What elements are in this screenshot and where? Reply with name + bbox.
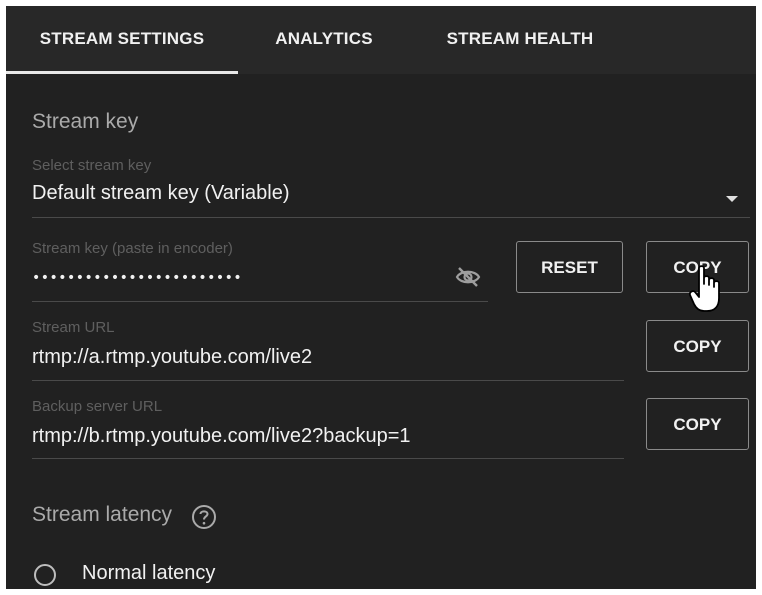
hand-pointer-icon xyxy=(688,264,725,316)
stream-key-field[interactable]: •••••••••••••••••••••••• xyxy=(32,270,242,286)
normal-latency-label[interactable]: Normal latency xyxy=(82,562,215,585)
copy-backup-url-button[interactable]: COPY xyxy=(646,398,749,450)
tab-analytics[interactable]: ANALYTICS xyxy=(264,6,384,74)
select-underline xyxy=(32,217,750,218)
active-tab-indicator xyxy=(6,71,238,74)
stream-key-underline xyxy=(32,301,488,302)
stream-settings-panel: STREAM SETTINGS ANALYTICS STREAM HEALTH … xyxy=(6,6,756,589)
copy-stream-url-button[interactable]: COPY xyxy=(646,320,749,372)
backup-url-label: Backup server URL xyxy=(32,398,163,415)
stream-key-select[interactable]: Default stream key (Variable) xyxy=(32,182,290,205)
stream-url-value[interactable]: rtmp://a.rtmp.youtube.com/live2 xyxy=(32,346,312,369)
stream-url-underline xyxy=(32,380,624,381)
dropdown-arrow-icon[interactable] xyxy=(726,196,738,202)
tab-stream-settings[interactable]: STREAM SETTINGS xyxy=(6,6,238,74)
select-stream-key-label: Select stream key xyxy=(32,157,152,174)
tab-stream-health[interactable]: STREAM HEALTH xyxy=(430,6,610,74)
eye-off-icon[interactable] xyxy=(455,266,481,288)
stream-key-heading: Stream key xyxy=(32,110,139,133)
backup-url-value[interactable]: rtmp://b.rtmp.youtube.com/live2?backup=1 xyxy=(32,425,411,448)
stream-url-label: Stream URL xyxy=(32,319,115,336)
tab-bar: STREAM SETTINGS ANALYTICS STREAM HEALTH xyxy=(6,6,756,74)
stream-latency-heading: Stream latency xyxy=(32,503,173,526)
reset-button[interactable]: RESET xyxy=(516,241,623,293)
backup-url-underline xyxy=(32,458,624,459)
stream-key-label: Stream key (paste in encoder) xyxy=(32,240,233,257)
help-circle-icon[interactable] xyxy=(191,504,217,530)
normal-latency-radio[interactable] xyxy=(34,564,56,586)
